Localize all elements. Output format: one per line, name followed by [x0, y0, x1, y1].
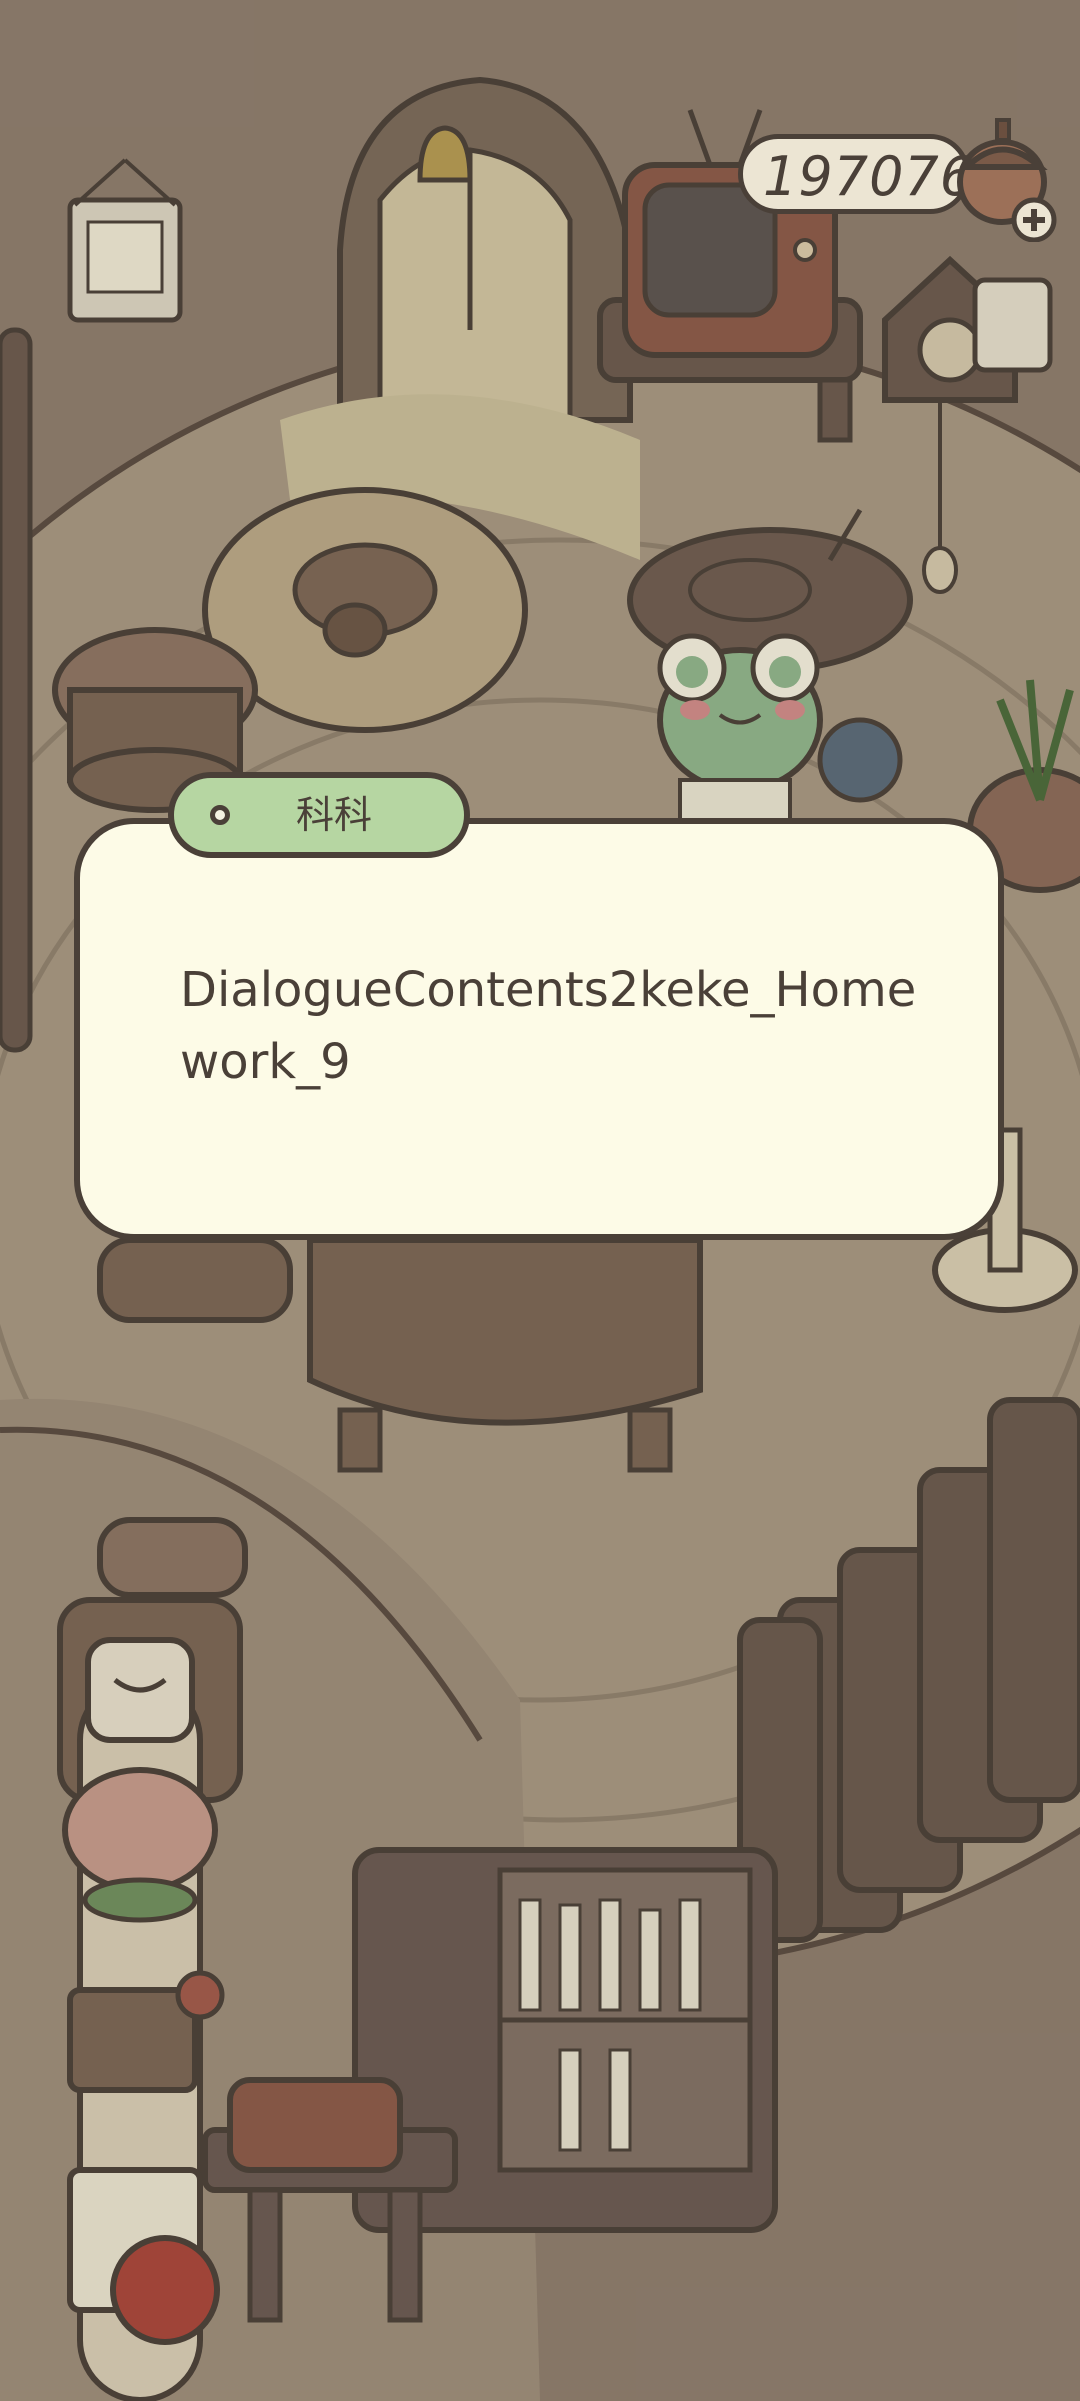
plus-icon	[1011, 197, 1057, 242]
acorn-coin-icon[interactable]	[952, 112, 1062, 242]
currency-display: 197076	[738, 134, 974, 214]
dialog-text: DialogueContents2keke_Homework_9	[180, 962, 917, 1090]
game-scene[interactable]: 197076 DialogueContents2keke_Homework_9 …	[0, 0, 1080, 2401]
left-toolbar	[62, 1637, 225, 2401]
dialog-box[interactable]: DialogueContents2keke_Homework_9	[74, 818, 1004, 1240]
stool-left-lower	[97, 1237, 293, 1323]
speaker-name-tag: 科科	[168, 772, 470, 858]
speaker-name: 科科	[295, 793, 372, 837]
currency-value: 197076	[763, 145, 976, 208]
